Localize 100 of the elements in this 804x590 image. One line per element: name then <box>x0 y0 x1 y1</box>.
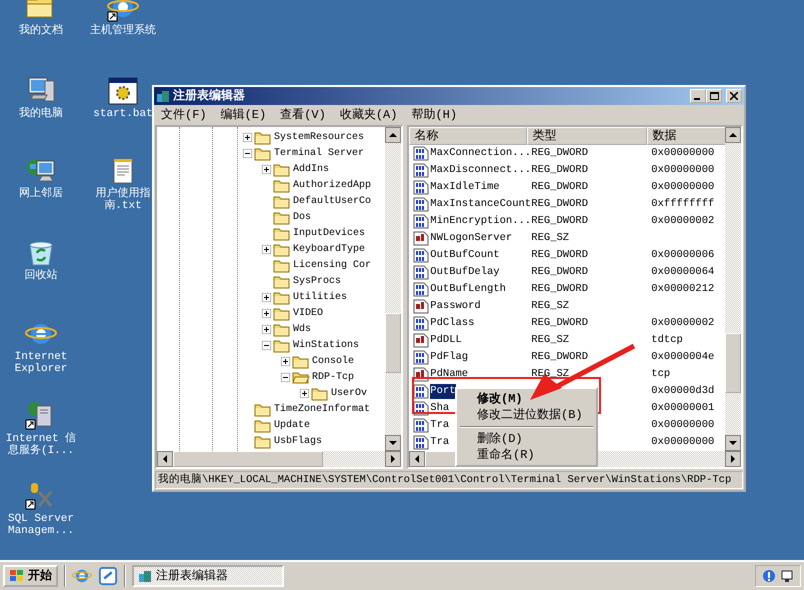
value-name[interactable]: MaxConnection... <box>430 146 532 162</box>
scroll-right-button[interactable] <box>385 451 402 467</box>
value-name[interactable]: Sha <box>430 400 450 416</box>
tree-item[interactable]: Update <box>272 418 312 432</box>
menu-item[interactable]: 查看(V) <box>279 106 327 124</box>
maximize-button[interactable] <box>706 89 722 103</box>
tree-item[interactable]: SysProcs <box>291 274 344 288</box>
window-title: 注册表编辑器 <box>173 88 245 105</box>
monitor-icon[interactable] <box>780 569 794 583</box>
menu-item[interactable]: 收藏夹(A) <box>338 106 398 124</box>
app-icon[interactable] <box>98 566 118 586</box>
browser-icon[interactable] <box>107 0 139 24</box>
value-name[interactable]: MaxDisconnect... <box>430 162 532 178</box>
icon-label: SQL Server Managem... <box>6 512 75 538</box>
expand-icon[interactable] <box>281 356 290 366</box>
value-type: REG_DWORD <box>531 180 588 193</box>
menu-item[interactable]: 重命名(R) <box>475 447 537 463</box>
value-name[interactable]: OutBufDelay <box>430 264 500 280</box>
value-data: 0x00000002 <box>651 316 714 329</box>
scroll-down-button[interactable] <box>385 435 402 451</box>
scroll-thumb[interactable] <box>725 333 741 393</box>
expand-icon[interactable] <box>300 388 309 398</box>
value-name[interactable]: MaxIdleTime <box>430 180 500 196</box>
binary-value-icon <box>413 248 430 263</box>
expand-icon[interactable] <box>243 132 252 142</box>
binary-value-icon <box>413 265 430 280</box>
scroll-down-button[interactable] <box>725 435 741 451</box>
value-type: REG_DWORD <box>531 350 588 363</box>
icon-label: 主机管理系统 <box>89 24 157 38</box>
menu-item[interactable]: 修改二进位数据(B) <box>475 407 585 423</box>
tree-item[interactable]: AuthorizedApp <box>291 178 374 192</box>
value-name[interactable]: Tra <box>430 418 450 434</box>
menu-item[interactable]: 帮助(H) <box>410 106 458 124</box>
menu-item[interactable]: 修改(M) <box>475 391 525 407</box>
tree-item[interactable]: Licensing Cor <box>291 258 374 272</box>
tree-item[interactable]: DefaultUserCo <box>291 194 374 208</box>
tree-item[interactable]: KeyboardType <box>291 242 368 256</box>
tree-item[interactable]: Terminal Server <box>272 146 366 160</box>
binary-value-icon <box>413 197 430 212</box>
value-name[interactable]: MinEncryption... <box>430 214 532 230</box>
close-button[interactable] <box>726 89 742 103</box>
program-window-icon[interactable] <box>107 75 139 107</box>
value-name[interactable]: OutBufLength <box>430 282 506 298</box>
value-type: REG_DWORD <box>531 164 588 176</box>
start-button[interactable]: 开始 <box>3 565 58 587</box>
horizontal-scrollbar[interactable] <box>157 451 402 467</box>
scroll-thumb[interactable] <box>173 451 323 467</box>
tree-item[interactable]: Console <box>310 354 356 368</box>
column-header[interactable]: 名称 <box>409 127 528 145</box>
column-header[interactable]: 数据 <box>647 127 725 145</box>
expand-icon[interactable] <box>262 244 271 254</box>
tree-item[interactable]: VIDEO <box>291 306 326 320</box>
scroll-right-button[interactable] <box>725 451 741 467</box>
tree-item[interactable]: TimeZoneInformat <box>272 402 372 416</box>
minimize-button[interactable] <box>690 89 706 103</box>
value-name[interactable]: PdClass <box>430 316 474 332</box>
value-data: 0x00000000 <box>651 418 714 431</box>
scroll-left-button[interactable] <box>157 451 173 467</box>
value-name[interactable]: PdDLL <box>430 332 462 348</box>
value-name[interactable]: PdName <box>430 366 468 382</box>
tree-item[interactable]: UsbFlags <box>272 434 324 448</box>
collapse-icon[interactable] <box>243 148 252 158</box>
value-name[interactable]: Password <box>430 298 481 314</box>
value-name[interactable]: Tra <box>430 434 450 450</box>
tree-item[interactable]: WinStations <box>291 338 362 352</box>
scroll-up-button[interactable] <box>385 127 402 143</box>
value-name[interactable]: MaxInstanceCount <box>430 196 532 212</box>
column-header[interactable]: 类型 <box>527 127 648 145</box>
expand-icon[interactable] <box>262 164 271 174</box>
value-name[interactable]: Port <box>430 384 456 400</box>
expand-icon[interactable] <box>262 324 271 334</box>
value-name[interactable]: NWLogonServer <box>430 230 512 246</box>
vertical-scrollbar[interactable] <box>385 127 402 451</box>
expand-icon[interactable] <box>262 292 271 302</box>
tree-item[interactable]: Utilities <box>291 290 350 304</box>
tree-item[interactable]: Wds <box>291 322 314 336</box>
value-data: 0x00000000 <box>651 436 714 448</box>
icon-label: start.bat <box>92 107 154 121</box>
scroll-thumb[interactable] <box>385 313 402 373</box>
collapse-icon[interactable] <box>281 372 290 382</box>
folder-icon <box>273 194 291 208</box>
scroll-left-button[interactable] <box>409 451 426 467</box>
info-icon[interactable] <box>762 569 776 583</box>
value-data: 0x00000212 <box>651 282 714 295</box>
tree-item[interactable]: RDP-Tcp <box>310 370 356 384</box>
value-name[interactable]: OutBufCount <box>430 248 500 264</box>
value-name[interactable]: PdFlag <box>430 350 468 366</box>
menu-item[interactable]: 编辑(E) <box>220 106 268 124</box>
tree-item[interactable]: Dos <box>291 210 314 224</box>
vertical-scrollbar[interactable] <box>725 127 741 451</box>
tree-item[interactable]: AddIns <box>291 162 332 176</box>
tree-item[interactable]: SystemResources <box>272 130 366 144</box>
expand-icon[interactable] <box>262 308 271 318</box>
menu-item[interactable]: 文件(F) <box>160 106 208 124</box>
tree-item[interactable]: InputDevices <box>291 226 368 240</box>
scroll-up-button[interactable] <box>725 127 741 143</box>
collapse-icon[interactable] <box>262 340 271 350</box>
taskbar-button[interactable]: 注册表编辑器 <box>132 565 284 587</box>
tree-item[interactable]: UserOv <box>329 386 370 400</box>
menu-item[interactable]: 删除(D) <box>475 431 525 447</box>
